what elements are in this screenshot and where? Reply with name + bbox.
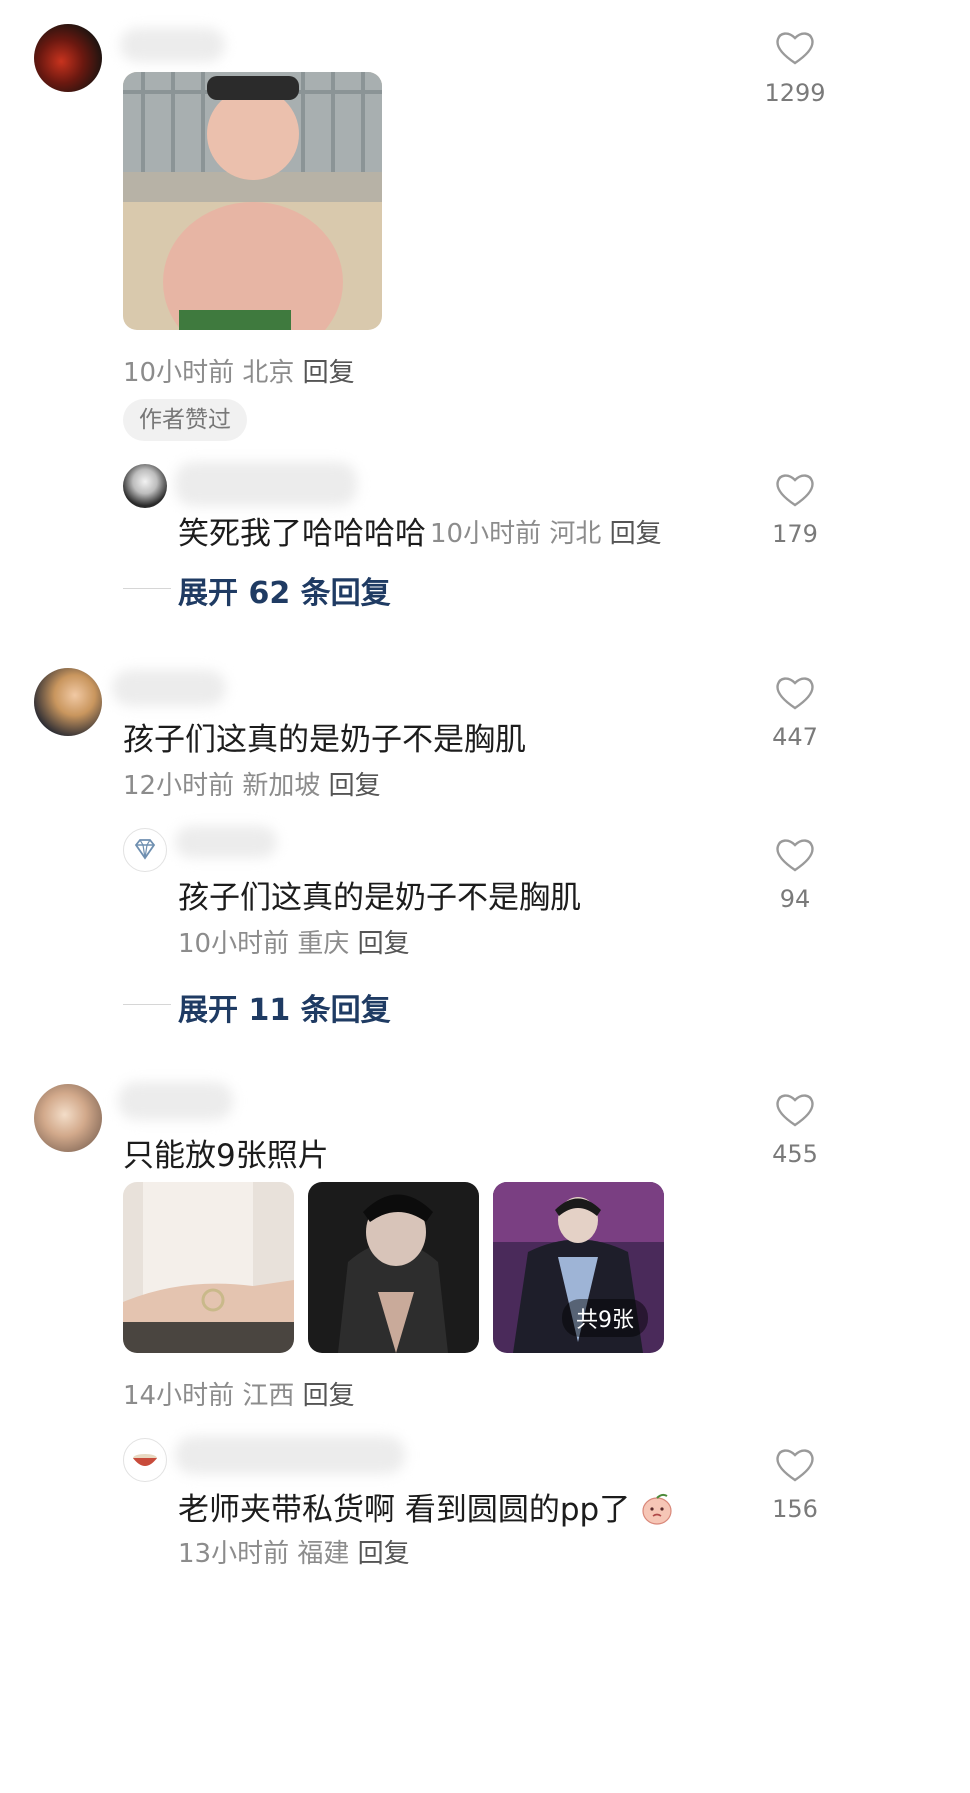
diamond-icon xyxy=(134,839,156,860)
like-count: 1299 xyxy=(764,79,826,107)
heart-outline-icon xyxy=(776,1449,814,1482)
like-count: 156 xyxy=(772,1495,818,1523)
reply-button[interactable]: 回复 xyxy=(303,358,355,388)
heart-outline-icon xyxy=(776,677,814,710)
image-count-badge: 共9张 xyxy=(562,1299,648,1337)
username-redacted xyxy=(118,1082,233,1120)
comment-text: 孩子们这真的是奶子不是胸肌 xyxy=(123,722,526,758)
like-button[interactable] xyxy=(759,675,831,711)
avatar[interactable] xyxy=(123,1438,167,1482)
heart-outline-icon xyxy=(776,474,814,507)
reply-button[interactable]: 回复 xyxy=(610,519,662,549)
avatar[interactable] xyxy=(34,24,102,92)
comment-image-3[interactable]: 共9张 xyxy=(493,1182,664,1353)
comment-time: 10小时前 xyxy=(123,358,235,388)
comment-location: 江西 xyxy=(242,1381,295,1411)
expand-replies-button[interactable]: 展开 11 条回复 xyxy=(178,985,391,1029)
like-button[interactable] xyxy=(759,837,831,873)
author-liked-badge: 作者赞过 xyxy=(123,399,247,441)
comment-time: 12小时前 xyxy=(123,771,235,801)
reply-meta: 10小时前 重庆 回复 xyxy=(178,923,410,960)
like-button[interactable] xyxy=(759,1447,831,1483)
like-button[interactable] xyxy=(759,30,831,66)
comment-image-1[interactable] xyxy=(123,1182,294,1353)
comment-image-2[interactable] xyxy=(308,1182,479,1353)
like-count: 447 xyxy=(772,723,818,751)
reply-meta: 13小时前 福建 回复 xyxy=(178,1533,410,1570)
heart-outline-icon xyxy=(776,32,814,65)
like-count: 455 xyxy=(772,1140,818,1168)
comment-time: 14小时前 xyxy=(123,1381,235,1411)
comment-meta: 14小时前 江西 回复 xyxy=(123,1375,355,1412)
username-redacted xyxy=(120,28,225,62)
reply-text-content: 老师夹带私货啊 看到圆圆的pp了 xyxy=(178,1492,631,1528)
reply-button[interactable]: 回复 xyxy=(358,1539,410,1569)
comment-image[interactable] xyxy=(123,72,382,330)
comment-meta: 12小时前 新加坡 回复 xyxy=(123,765,381,802)
username-redacted xyxy=(175,462,357,506)
like-button[interactable] xyxy=(759,472,831,508)
expand-replies-button[interactable]: 展开 62 条回复 xyxy=(178,568,391,612)
reply-text: 笑死我了哈哈哈哈 xyxy=(178,516,426,552)
comment-meta: 10小时前 北京 回复 xyxy=(123,352,355,389)
comment-location: 北京 xyxy=(242,358,295,388)
avatar[interactable] xyxy=(123,828,167,872)
like-button[interactable] xyxy=(759,1092,831,1128)
reply-button[interactable]: 回复 xyxy=(329,771,381,801)
bowl-icon xyxy=(133,1454,157,1466)
reply-text: 孩子们这真的是奶子不是胸肌 xyxy=(178,880,581,916)
reply-time: 10小时前 xyxy=(178,929,290,959)
reply-button[interactable]: 回复 xyxy=(358,929,410,959)
avatar[interactable] xyxy=(34,1084,102,1152)
comment-text: 只能放9张照片 xyxy=(123,1138,329,1174)
reply-time: 13小时前 xyxy=(178,1539,290,1569)
reply-meta: 10小时前 河北 回复 xyxy=(430,513,662,550)
username-redacted xyxy=(175,826,277,858)
comment-location: 新加坡 xyxy=(242,771,321,801)
reply-location: 福建 xyxy=(297,1539,350,1569)
reply-text: 老师夹带私货啊 看到圆圆的pp了 xyxy=(178,1484,674,1529)
username-redacted xyxy=(112,670,226,706)
heart-outline-icon xyxy=(776,839,814,872)
heart-outline-icon xyxy=(776,1094,814,1127)
divider xyxy=(123,588,171,589)
like-count: 179 xyxy=(772,520,818,548)
avatar[interactable] xyxy=(123,464,167,508)
peach-face-icon xyxy=(642,1493,672,1525)
reply-location: 重庆 xyxy=(297,929,350,959)
reply-time: 10小时前 xyxy=(430,519,542,549)
divider xyxy=(123,1004,171,1005)
reply-location: 河北 xyxy=(549,519,602,549)
username-redacted xyxy=(175,1436,405,1474)
avatar[interactable] xyxy=(34,668,102,736)
reply-button[interactable]: 回复 xyxy=(303,1381,355,1411)
like-count: 94 xyxy=(779,885,811,913)
